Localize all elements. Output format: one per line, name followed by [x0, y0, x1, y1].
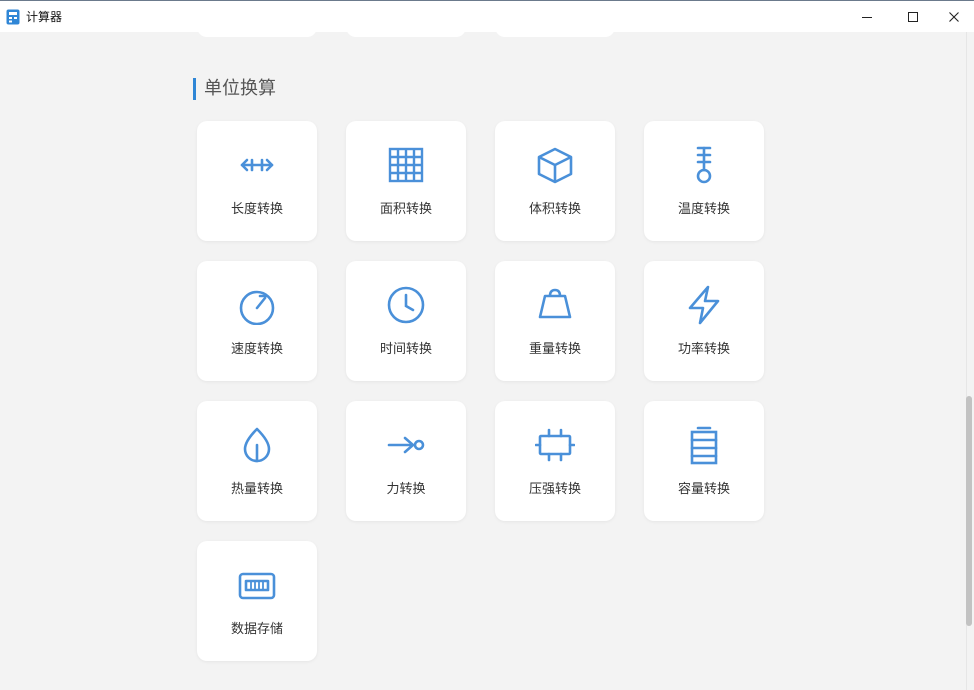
card-power-conversion[interactable]: 功率转换: [644, 261, 764, 381]
calculator-app-icon: [6, 9, 20, 25]
content-area: 单位换算 长度转换 面积转换 体积转换 温度转换 速度转换 时间转换 重量转换 …: [0, 32, 966, 690]
card-label: 功率转换: [677, 342, 730, 357]
card-label: 时间转换: [379, 342, 432, 357]
card-label: 数据存储: [230, 622, 283, 637]
card-label: 热量转换: [230, 482, 283, 497]
arrows-horizontal-icon: [240, 158, 274, 172]
cube-icon: [537, 147, 573, 184]
close-button[interactable]: [934, 1, 974, 32]
lightning-icon: [688, 285, 720, 325]
minimize-icon: [862, 16, 872, 18]
card-temperature-conversion[interactable]: 温度转换: [644, 121, 764, 241]
window-title: 计算器: [26, 10, 63, 24]
card-force-conversion[interactable]: 力转换: [346, 401, 466, 521]
thermometer-icon: [696, 146, 712, 184]
card-label: 容量转换: [677, 482, 730, 497]
card-label: 压强转换: [528, 482, 581, 497]
card-pressure-conversion[interactable]: 压强转换: [495, 401, 615, 521]
card-label: 体积转换: [528, 202, 581, 217]
card-speed-conversion[interactable]: 速度转换: [197, 261, 317, 381]
section-title: 单位换算: [204, 78, 276, 99]
card-area-conversion[interactable]: 面积转换: [346, 121, 466, 241]
card-time-conversion[interactable]: 时间转换: [346, 261, 466, 381]
card-heat-conversion[interactable]: 热量转换: [197, 401, 317, 521]
card-volume-conversion[interactable]: 体积转换: [495, 121, 615, 241]
card-weight-conversion[interactable]: 重量转换: [495, 261, 615, 381]
minimize-button[interactable]: [844, 1, 890, 32]
force-arrow-icon: [387, 436, 425, 454]
speedometer-icon: [239, 290, 275, 325]
card-label: 长度转换: [230, 202, 283, 217]
battery-icon: [690, 426, 718, 465]
card-label: 面积转换: [379, 202, 432, 217]
card-data-storage[interactable]: 数据存储: [197, 541, 317, 661]
grid-icon: [388, 147, 424, 183]
previous-section-card[interactable]: [197, 32, 317, 37]
storage-icon: [238, 572, 276, 600]
card-label: 速度转换: [230, 342, 283, 357]
close-icon: [949, 11, 959, 22]
card-length-conversion[interactable]: 长度转换: [197, 121, 317, 241]
section-accent-bar: [193, 78, 196, 100]
card-label: 力转换: [386, 482, 426, 497]
card-label: 温度转换: [677, 202, 730, 217]
maximize-icon: [908, 11, 918, 22]
title-bar: 计算器: [0, 0, 974, 32]
clock-icon: [387, 286, 425, 324]
weight-icon: [538, 288, 572, 319]
maximize-button[interactable]: [890, 1, 936, 32]
scrollbar-thumb[interactable]: [966, 396, 972, 626]
previous-section-card[interactable]: [346, 32, 466, 37]
card-label: 重量转换: [528, 342, 581, 357]
card-capacity-conversion[interactable]: 容量转换: [644, 401, 764, 521]
drop-icon: [243, 427, 271, 463]
pressure-icon: [535, 428, 575, 462]
previous-section-card[interactable]: [495, 32, 615, 37]
